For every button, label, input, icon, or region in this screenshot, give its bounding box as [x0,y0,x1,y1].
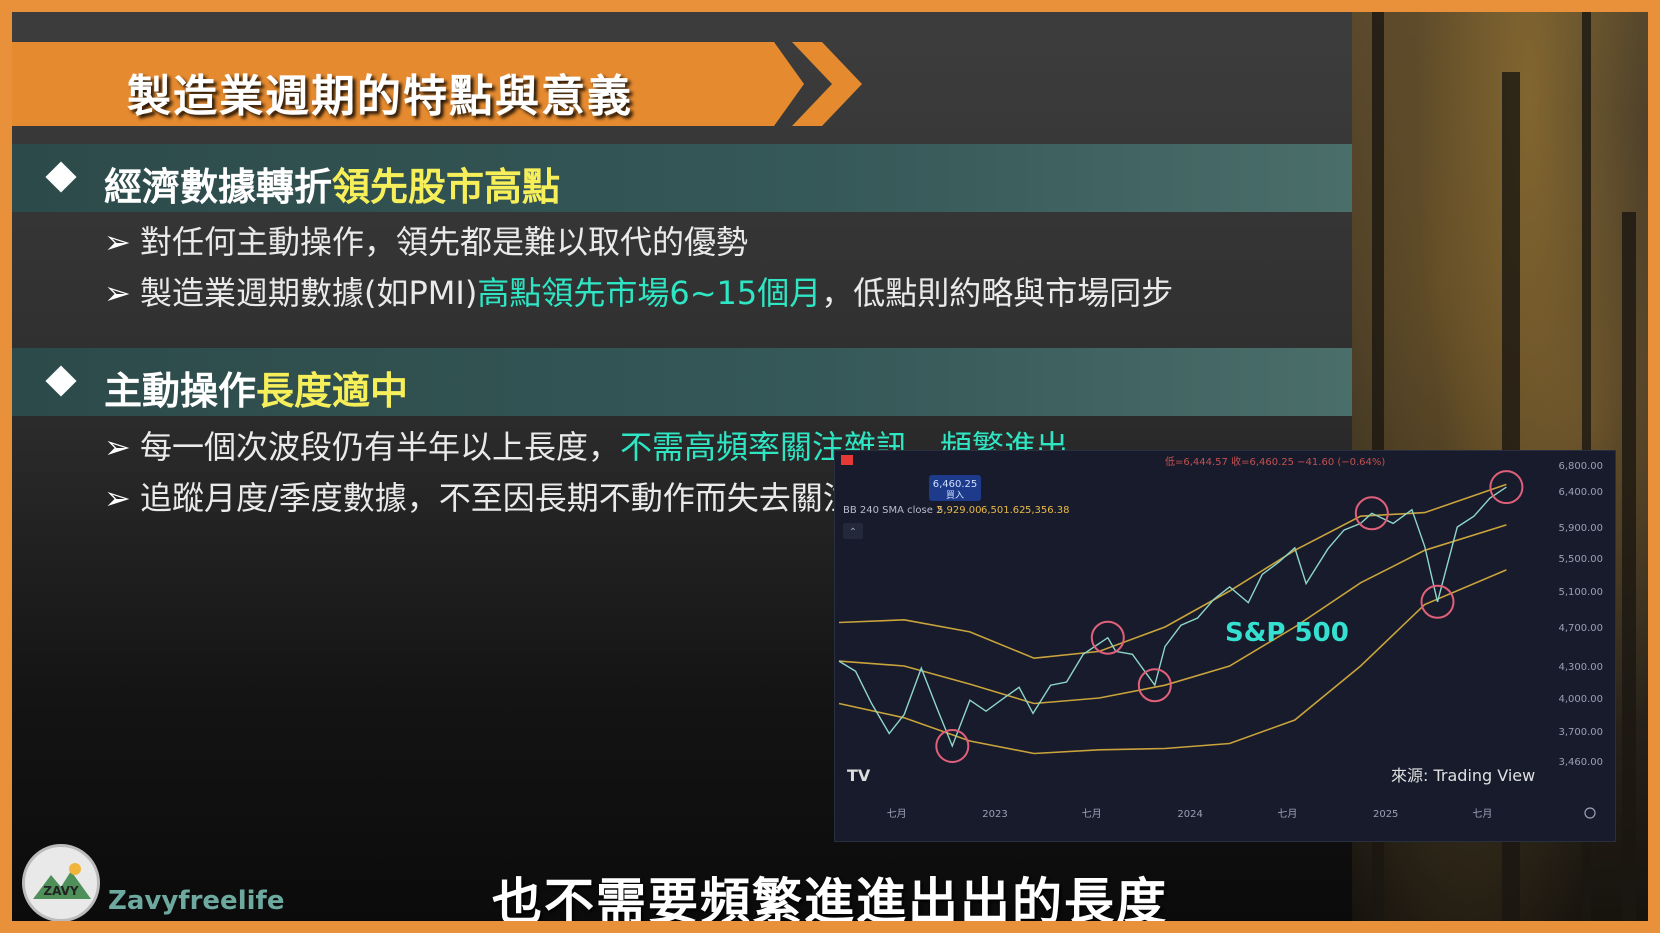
x-tick-label: 七月 [1472,808,1492,820]
indicator-label: BB 240 SMA close 2 [843,505,942,516]
bullet-highlight: 高點領先市場6~15個月 [477,274,822,312]
y-tick-label: 4,000.00 [1558,694,1603,705]
bullet-text: 對任何主動操作，領先都是難以取代的優勢 [140,223,749,261]
y-tick-label: 6,400.00 [1558,487,1603,498]
x-tick-label: 七月 [887,808,907,820]
y-tick-label: 5,100.00 [1558,587,1603,598]
x-tick-label: 七月 [1277,808,1297,820]
section-heading-highlight: 領先股市高點 [332,165,561,209]
arrow-bullet-icon: ➢ [104,274,131,312]
section-heading-text: 主動操作 [104,369,257,413]
bullet-text: 製造業週期數據(如PMI) [140,274,478,312]
diamond-bullet-icon [45,161,77,193]
y-tick-label: 3,460.00 [1558,757,1603,768]
arrow-bullet-icon: ➢ [104,223,131,261]
x-tick-label: 2023 [982,809,1007,820]
x-tick-label: 2024 [1177,809,1202,820]
y-tick-label: 5,900.00 [1558,523,1603,534]
bb-middle-line [838,524,1507,705]
y-tick-label: 3,700.00 [1558,727,1603,738]
subtitle-caption: 也不需要頻繁進進出出的長度 [492,873,1168,921]
sp500-chart: 低=6,444.57 收=6,460.25 −41.60 (−0.64%) 6,… [834,450,1616,842]
bullet-text: 每一個次波段仍有半年以上長度， [140,428,621,466]
y-tick-label: 4,700.00 [1558,623,1603,634]
section-bar-1: 經濟數據轉折領先股市高點 [12,144,1352,212]
chevron-up-icon: ⌃ [849,527,857,538]
x-tick-label: 2025 [1373,809,1398,820]
price-box-sub: 買入 [946,490,964,501]
bullet-item: ➢ 追蹤月度/季度數據，不至因長期不動作而失去關注 [104,473,855,519]
diamond-bullet-icon [45,365,77,397]
price-line [838,486,1507,748]
y-tick-label: 5,500.00 [1558,554,1603,565]
y-tick-label: 4,300.00 [1558,662,1603,673]
section-heading-text: 經濟數據轉折 [104,165,333,209]
ticker-badge [841,455,853,465]
bb-lower-line [838,569,1507,755]
y-tick-label: 6,800.00 [1558,461,1603,472]
slide: 製造業週期的特點與意義 經濟數據轉折領先股市高點 ➢ 對任何主動操作，領先都是難以… [12,12,1648,921]
chart-header-info: 低=6,444.57 收=6,460.25 −41.60 (−0.64%) [1165,455,1385,468]
tradingview-logo-icon: TV [847,766,871,785]
chart-svg: 低=6,444.57 收=6,460.25 −41.60 (−0.64%) 6,… [838,455,1603,820]
bullet-text: 追蹤月度/季度數據，不至因長期不動作而失去關注 [140,479,855,517]
section-bar-2: 主動操作長度適中 [12,348,1352,416]
arrow-bullet-icon: ➢ [104,428,131,466]
slide-title: 製造業週期的特點與意義 [127,71,633,122]
indicator-value-upper: 6,501.62 [981,505,1026,516]
x-tick-label: 七月 [1082,808,1102,820]
arrow-bullet-icon: ➢ [104,479,131,517]
bullet-text: ，低點則約略與市場同步 [821,274,1174,312]
indicator-value-lower: 5,356.38 [1025,505,1070,516]
slide-frame: 製造業週期的特點與意義 經濟數據轉折領先股市高點 ➢ 對任何主動操作，領先都是難以… [0,0,1660,933]
bullet-item: ➢ 對任何主動操作，領先都是難以取代的優勢 [104,217,748,263]
section-heading-highlight: 長度適中 [256,369,409,413]
indicator-value-middle: 5,929.00 [937,505,982,516]
price-box-value: 6,460.25 [933,479,978,490]
section-heading-1: 經濟數據轉折領先股市高點 [104,156,560,211]
series-label: S&P 500 [1225,618,1349,648]
bullet-item: ➢ 製造業週期數據(如PMI)高點領先市場6~15個月，低點則約略與市場同步 [104,268,1173,314]
settings-gear-icon[interactable] [1584,807,1596,819]
section-heading-2: 主動操作長度適中 [104,360,408,415]
source-label: 來源: Trading View [1391,766,1535,785]
